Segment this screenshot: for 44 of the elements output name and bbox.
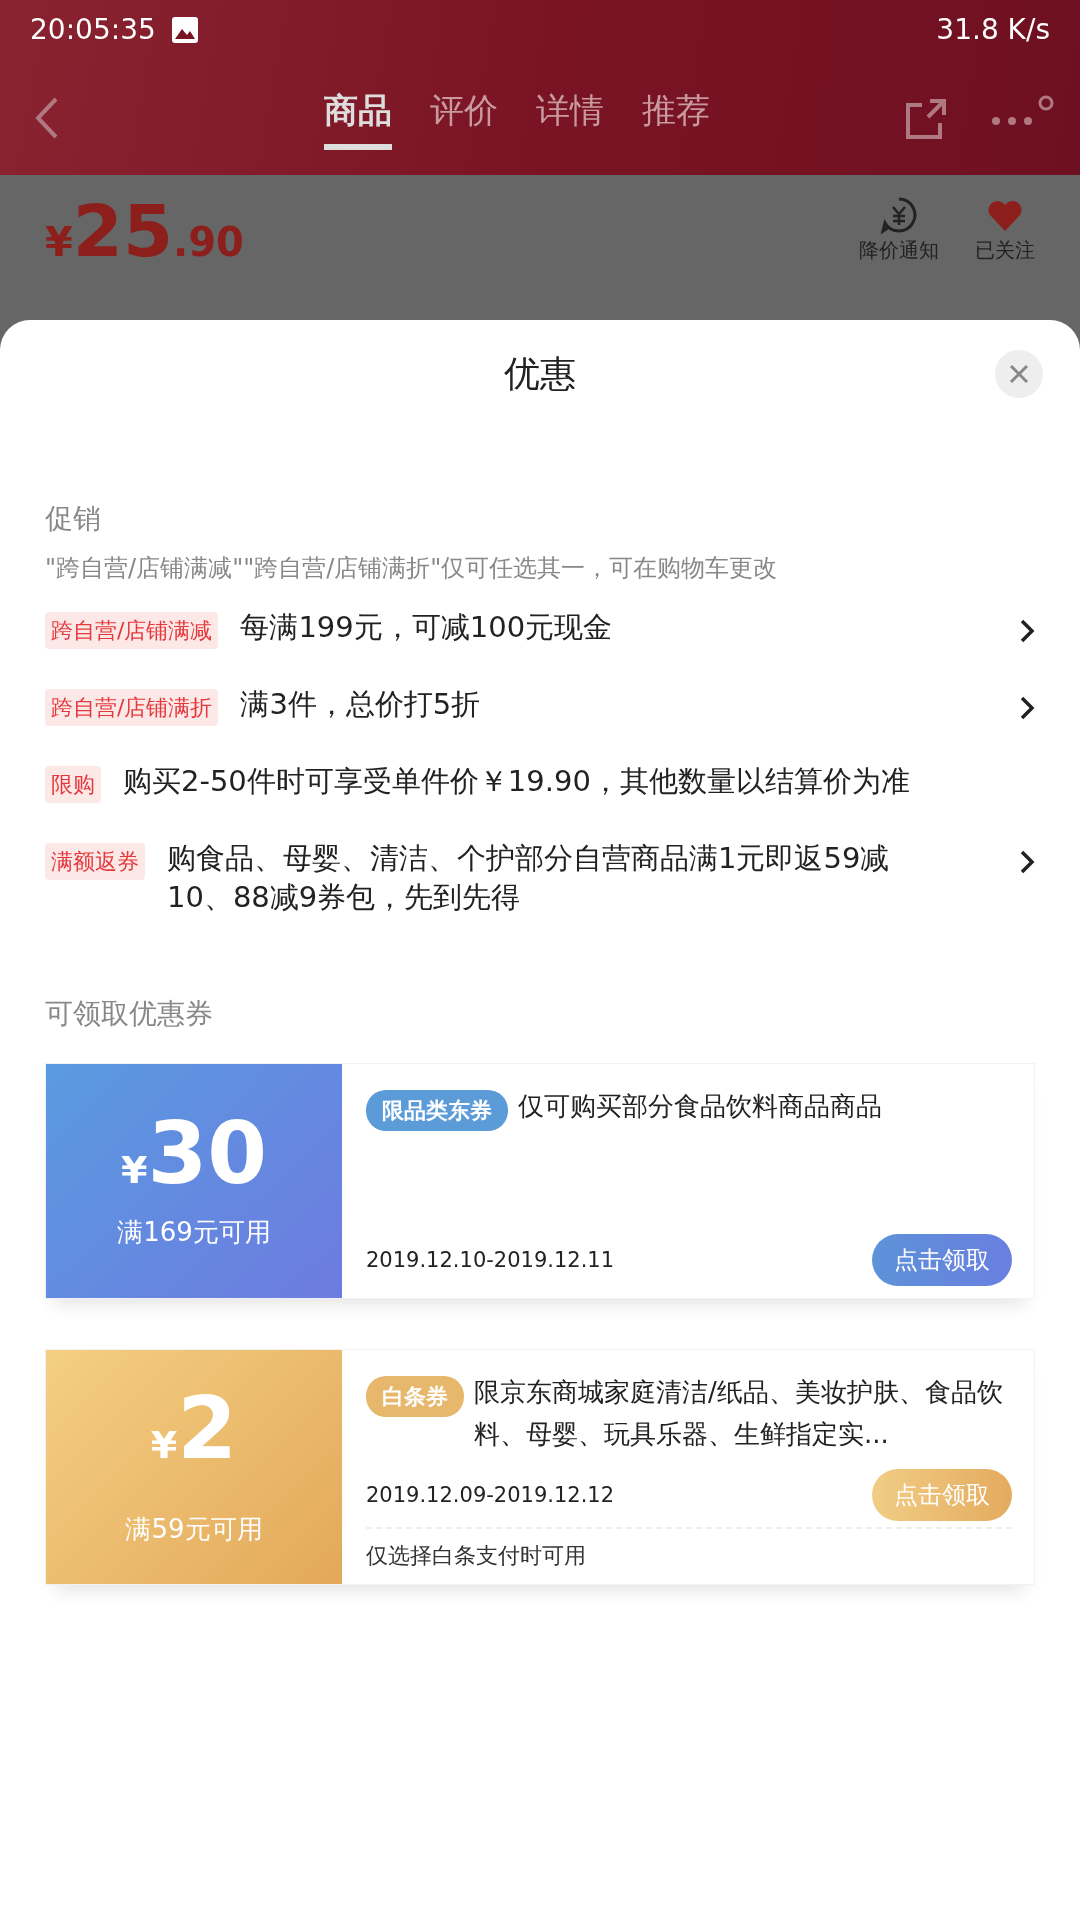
nav-tab[interactable]: 推荐	[642, 85, 710, 150]
nav-tab[interactable]: 评价	[430, 85, 498, 150]
nav-tab[interactable]: 详情	[536, 85, 604, 150]
coupon-note: 仅选择白条支付时可用	[366, 1527, 1012, 1573]
validity-dates: 2019.12.10-2019.12.11	[366, 1246, 615, 1274]
coupon-tag: 限品类东券	[366, 1090, 508, 1132]
promo-tag: 限购	[45, 766, 101, 803]
image-icon	[169, 15, 200, 45]
nav-tab[interactable]: 商品	[324, 85, 392, 150]
currency-symbol: ¥	[150, 1422, 178, 1470]
coupon-description: 仅可购买部分食品饮料商品商品	[518, 1090, 882, 1124]
validity-dates: 2019.12.09-2019.12.12	[366, 1481, 615, 1509]
sheet-title: 优惠	[504, 352, 576, 396]
coupon-tag: 白条券	[366, 1376, 464, 1418]
currency-symbol: ¥	[45, 218, 73, 267]
promo-tag: 跨自营/店铺满折	[45, 689, 219, 726]
coupon-amount: 30	[147, 1110, 268, 1197]
status-time: 20:05:35	[30, 12, 156, 48]
section-title: 促销	[45, 501, 102, 537]
claim-button[interactable]: 点击领取	[872, 1234, 1012, 1287]
coupon-condition: 满59元可用	[125, 1513, 263, 1547]
price-decimal: .90	[173, 218, 244, 267]
promo-text: 购买2-50件时可享受单件价￥19.90，其他数量以结算价为准	[123, 763, 911, 800]
yen-bell-icon[interactable]	[879, 195, 919, 235]
promotion-note: "跨自营/店铺满减""跨自营/店铺满折"仅可任选其一，可在购物车更改	[45, 553, 779, 584]
promo-text: 每满199元，可减100元现金	[240, 609, 614, 646]
chevron-icon[interactable]	[1019, 849, 1035, 875]
promo-tag: 跨自营/店铺满减	[45, 612, 219, 649]
chevron-icon[interactable]	[1019, 618, 1035, 644]
promo-tag: 满额返券	[45, 843, 145, 880]
action-label[interactable]: 已关注	[975, 235, 1035, 265]
chevron-icon[interactable]	[1019, 695, 1035, 721]
network-speed: 31.8 K/s	[936, 12, 1050, 48]
price-integer: 25	[72, 195, 174, 267]
section-title: 可领取优惠券	[45, 996, 214, 1033]
currency-symbol: ¥	[120, 1147, 148, 1195]
promo-text: 购食品、母婴、清洁、个护部分自营商品满1元即返59减10、88减9券包，先到先得	[167, 840, 891, 917]
action-label[interactable]: 降价通知	[859, 235, 939, 265]
close-icon[interactable]	[1008, 363, 1030, 385]
coupon-condition: 满169元可用	[117, 1216, 271, 1250]
coupon-description: 限京东商城家庭清洁/纸品、美妆护肤、食品饮料、母婴、玩具乐器、生鲜指定实...	[474, 1376, 1004, 1451]
close-button[interactable]	[995, 350, 1043, 398]
promo-text: 满3件，总价打5折	[240, 686, 482, 723]
coupon-amount: 2	[177, 1385, 238, 1472]
